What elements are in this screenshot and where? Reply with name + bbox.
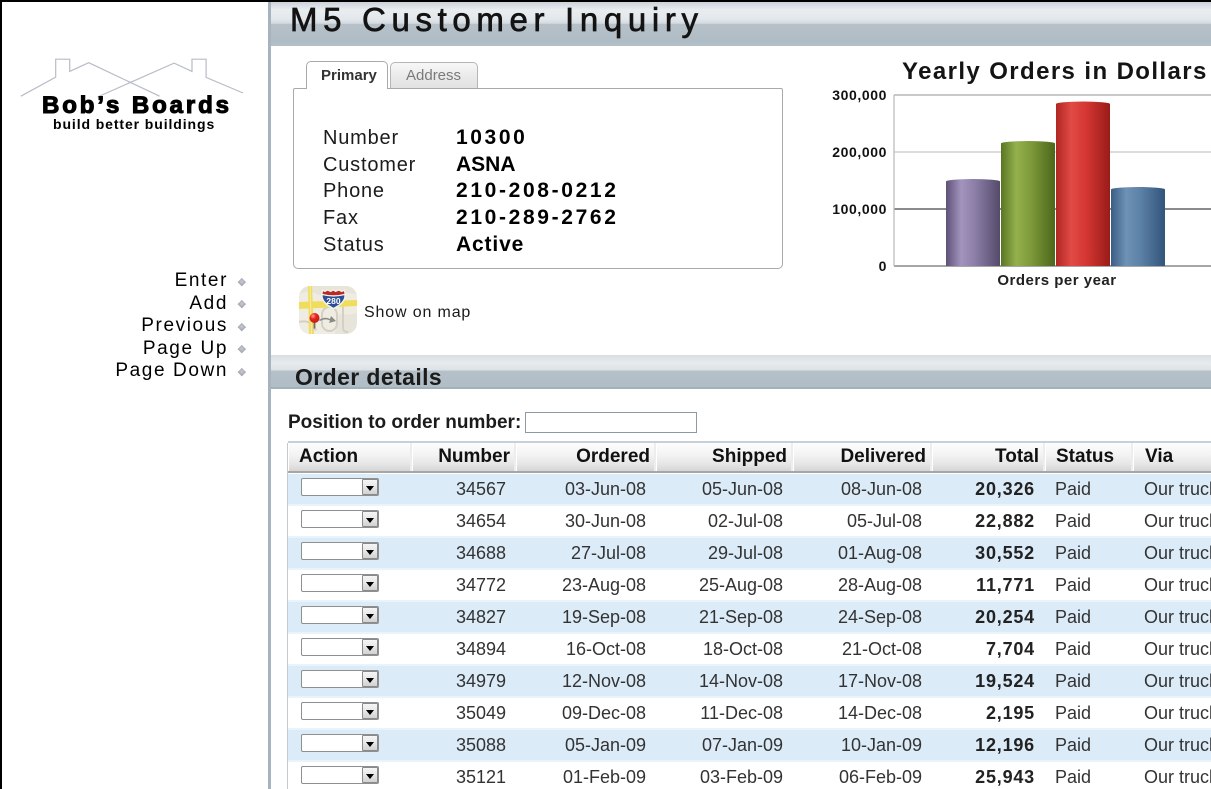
svg-text:300,000: 300,000 xyxy=(832,87,887,103)
svg-text:Yearly Orders in Dollars: Yearly Orders in Dollars xyxy=(902,58,1208,85)
svg-text:100,000: 100,000 xyxy=(832,201,887,217)
svg-text:Orders per year: Orders per year xyxy=(997,272,1116,289)
svg-text:200,000: 200,000 xyxy=(832,144,887,160)
svg-text:0: 0 xyxy=(879,258,887,274)
svg-text:280: 280 xyxy=(326,296,340,306)
